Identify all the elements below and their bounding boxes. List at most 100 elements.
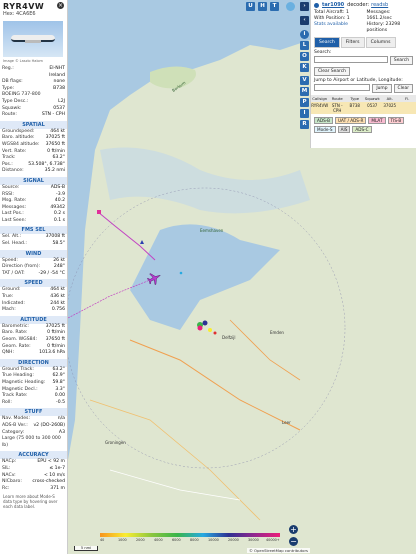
expand-right-button[interactable]: › [300,2,309,11]
aircraft-photo[interactable] [3,21,63,57]
row-label: Baro. Rate: [2,330,28,336]
row-label: NACp: [2,459,17,465]
jump-button[interactable]: Jump [372,84,392,93]
data-row: Source: ADS-B [0,185,67,192]
clear-search-button[interactable]: Clear Search [314,67,350,76]
source-badge: ADS-B [314,117,333,124]
row-label: Geom. WGS84: [2,337,38,342]
aircraft-info-list: Reg.: EI-NHT Ireland DB flags: none Type: B738… [0,66,67,119]
data-row: Type Desc.: L2J [0,99,67,106]
row-label: Mach: [2,307,16,313]
map-button-t[interactable]: T [270,2,279,11]
map-button-o[interactable]: O [300,52,309,61]
row-label: Direction (from): [2,264,41,270]
map-button-i[interactable]: I [300,109,309,118]
data-row: Roll: -0.5 [0,400,67,407]
data-row: Baro. altitude: 37025 ft [0,135,67,142]
row-label: WGS84 altitude: [2,141,40,147]
history-count: History: 23298 positions [366,22,401,33]
map-button-m[interactable]: M [300,87,309,96]
zoom-in-button[interactable]: + [289,525,298,534]
search-button[interactable]: Search [389,56,413,65]
data-row: NACp: EPU < 92 m [0,459,67,466]
map-button-u[interactable]: U [246,2,255,11]
clear-jump-button[interactable]: Clear [393,84,413,93]
zoom-out-button[interactable]: − [289,537,298,546]
map-attribution[interactable]: © OpenStreetMap contributors [247,548,310,553]
table-cell: B738 [349,103,360,108]
data-row: True Heading: 62.9° [0,373,67,380]
row-label: Magnetic Heading: [2,379,46,385]
section-title: ALTITUDE [0,315,67,324]
row-label: Type Desc.: [2,98,29,104]
row-value: 35.2 nmi [44,168,65,174]
stats-link[interactable]: Stats available [311,22,364,28]
palette-tick: 30000 [248,538,259,542]
palette-tick: 8000 [190,538,199,542]
decoder-link[interactable]: readsb [371,2,388,8]
settings-gear-icon[interactable] [286,2,295,11]
column-header[interactable]: Fl. [399,96,416,101]
row-label: Sel. Head.: [2,241,27,247]
search-input[interactable] [314,56,388,63]
tab-search[interactable]: Search [314,37,340,48]
data-row: Large (75 000 to 300 000 lb) [0,436,67,449]
tab-columns[interactable]: Columns [365,37,396,48]
column-header[interactable]: Type [346,96,364,101]
row-value: n/a [57,416,65,422]
data-row: DB flags: none [0,79,67,86]
map-button-p[interactable]: P [300,98,309,107]
row-label: Track: [2,155,16,161]
data-row: Distance: 35.2 nmi [0,168,67,175]
table-row[interactable]: RYR4VW STN - CPH B738 0537 37025 [311,102,416,114]
row-value: 248° [53,264,65,270]
tab-filters[interactable]: Filters [340,37,365,48]
row-value: 37650 ft [45,141,65,147]
jump-label: Jump to Airport or Latitude, Longitude: [314,78,403,83]
site-name-link[interactable]: tar1090 [322,2,344,8]
row-label: QNH: [2,350,15,356]
row-label: TAT / OAT: [2,270,25,276]
row-value: 0.2 s [53,211,65,217]
data-row: SIL: ≤ 1e-7 [0,466,67,473]
map-scale: 5 nmi [74,546,98,551]
row-label: Route: [2,112,17,118]
column-header[interactable]: Alt. [381,96,399,101]
data-row: Track: 63.2° [0,155,67,162]
map-button-v[interactable]: V [300,76,309,85]
row-value: ≤ 1e-7 [49,465,65,471]
map-button-k[interactable]: K [300,63,309,72]
map-label: Groningen [105,440,126,445]
data-row: QNH: 1013.6 hPa [0,350,67,357]
aircraft-callsign: RYR4VW [3,2,45,11]
data-row: Baro. Rate: 0 ft/min [0,330,67,337]
data-row: Last Pos.: 0.2 s [0,211,67,218]
row-value: -29 / -54 °C [38,270,65,276]
map-button-l[interactable]: L [300,41,309,50]
collapse-left-button[interactable]: ‹ [300,16,309,25]
section-title: SPATIAL [0,120,67,129]
info-icon[interactable]: i [300,30,309,39]
row-value: 37025 ft [45,135,65,141]
close-icon[interactable]: × [57,2,64,9]
data-row: TAT / OAT: -29 / -54 °C [0,271,67,278]
footer-note: Learn more about Mode-S data type by hov… [3,494,58,510]
column-header[interactable]: Callsign [311,96,329,101]
photo-caption: Image © Laszlo Halom [3,59,43,63]
jump-input[interactable] [314,84,371,91]
data-row: BOEING 737-800 [0,92,67,99]
map-button-h[interactable]: H [258,2,267,11]
aircraft-table-header: Callsign Route Type Squawk Alt. Fl. [311,95,416,102]
map-label: Leer [282,420,291,425]
row-label: SIL: [2,465,11,471]
column-header[interactable]: Squawk [364,96,382,101]
row-value: none [53,79,65,85]
row-label: Distance: [2,168,24,174]
source-badge: AIS [337,126,351,133]
source-badge: UAT / ADS-R [334,117,367,124]
column-header[interactable]: Route [329,96,347,101]
row-value: 0.00 [54,393,65,399]
map-button-r[interactable]: R [300,120,309,129]
source-badge: MLAT [368,117,386,124]
palette-tick: 20000 [228,538,239,542]
